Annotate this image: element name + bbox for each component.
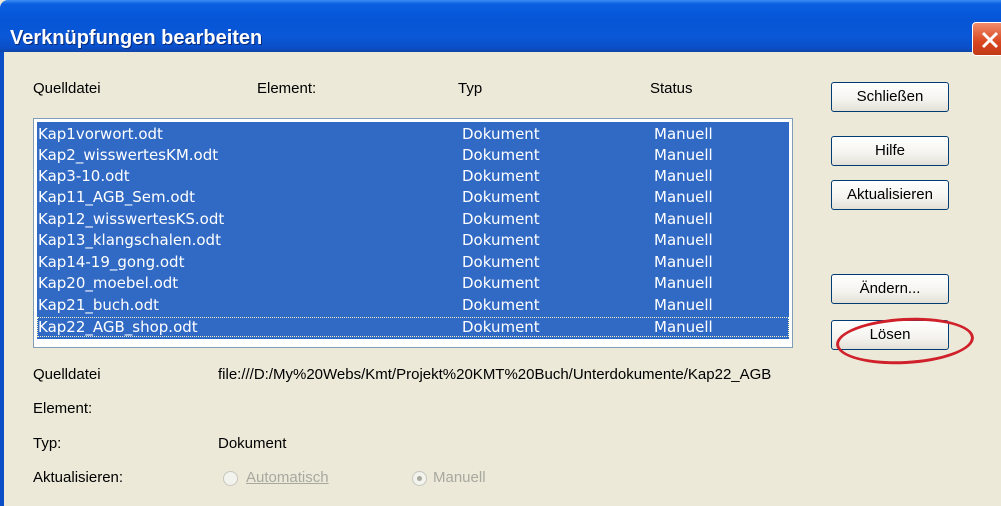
update-mode-label: Aktualisieren:: [33, 469, 124, 486]
source-path-value: file:///D:/My%20Webs/Kmt/Projekt%20KMT%2…: [218, 366, 772, 383]
column-header-element[interactable]: Element:: [257, 80, 316, 97]
edit-links-dialog: Verknüpfungen bearbeiten Quelldatei Elem…: [0, 0, 1001, 506]
title-bar[interactable]: Verknüpfungen bearbeiten: [0, 0, 1001, 56]
column-header-status[interactable]: Status: [650, 80, 693, 97]
list-item[interactable]: Kap12_wisswertesKS.odt Dokument Manuell: [37, 209, 789, 229]
window-border: [0, 52, 4, 506]
type-label: Typ:: [33, 435, 62, 452]
list-item[interactable]: Kap13_klangschalen.odt Dokument Manuell: [37, 230, 789, 250]
update-button[interactable]: Aktualisieren: [831, 180, 949, 210]
list-item[interactable]: Kap21_buch.odt Dokument Manuell: [37, 295, 789, 315]
links-list[interactable]: Kap1vorwort.odt Dokument Manuell Kap2_wiss…: [33, 118, 793, 348]
list-item[interactable]: Kap2_wisswertesKM.odt Dokument Manuell: [37, 145, 789, 165]
list-item[interactable]: Kap14-19_gong.odt Dokument Manuell: [37, 252, 789, 272]
close-button[interactable]: Schließen: [831, 82, 949, 112]
modify-button[interactable]: Ändern...: [831, 274, 949, 304]
list-item[interactable]: Kap20_moebel.odt Dokument Manuell: [37, 273, 789, 293]
manual-radio[interactable]: [412, 471, 427, 486]
type-value: Dokument: [218, 435, 287, 452]
list-item[interactable]: Kap3-10.odt Dokument Manuell: [37, 166, 789, 186]
help-button[interactable]: Hilfe: [831, 136, 949, 166]
column-header-type[interactable]: Typ: [458, 80, 482, 97]
close-window-button[interactable]: [972, 22, 1001, 56]
dialog-title: Verknüpfungen bearbeiten: [10, 27, 263, 49]
manual-radio-label[interactable]: Manuell: [433, 469, 486, 486]
list-item[interactable]: Kap11_AGB_Sem.odt Dokument Manuell: [37, 187, 789, 207]
list-item[interactable]: Kap1vorwort.odt Dokument Manuell: [37, 124, 789, 144]
automatic-radio[interactable]: [223, 471, 238, 486]
automatic-radio-label[interactable]: Automatisch: [246, 469, 329, 486]
radio-selected-dot: [417, 476, 422, 481]
source-label: Quelldatei: [33, 366, 101, 383]
element-label: Element:: [33, 400, 93, 417]
selection-highlight: Kap1vorwort.odt Dokument Manuell Kap2_wiss…: [37, 122, 789, 339]
column-header-source[interactable]: Quelldatei: [33, 80, 101, 97]
list-item-focused[interactable]: Kap22_AGB_shop.odt Dokument Manuell: [37, 317, 789, 337]
close-icon: [981, 31, 999, 49]
